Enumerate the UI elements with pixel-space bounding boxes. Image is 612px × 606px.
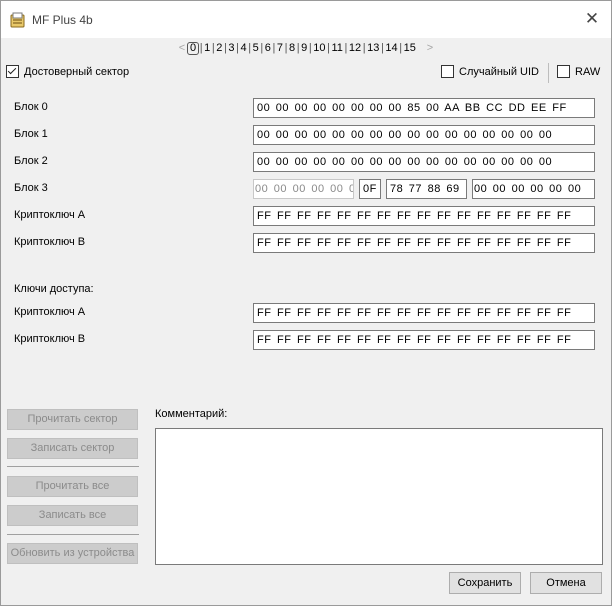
update-from-device-button[interactable]: Обновить из устройства [7,543,138,564]
checkbox-icon [557,65,570,78]
block3-key-b-field[interactable]: 00 00 00 00 00 00 [472,179,595,199]
sector-tab-4[interactable]: 4 [240,42,248,54]
trusted-sector-label: Достоверный сектор [24,65,130,78]
save-button[interactable]: Сохранить [449,572,521,594]
block2-field[interactable]: 00 00 00 00 00 00 00 00 00 00 00 00 00 0… [253,152,595,172]
sector-tab-12[interactable]: 12 [348,42,362,54]
title-bar: MF Plus 4b ✕ [1,1,611,38]
random-uid-label: Случайный UID [459,65,539,78]
crypto-key-b-field[interactable]: FF FF FF FF FF FF FF FF FF FF FF FF FF F… [253,233,595,253]
block1-field[interactable]: 00 00 00 00 00 00 00 00 00 00 00 00 00 0… [253,125,595,145]
sector-tab-3[interactable]: 3 [227,42,235,54]
sector-tab-14[interactable]: 14 [384,42,398,54]
sector-tab-10[interactable]: 10 [312,42,326,54]
sector-tab-5[interactable]: 5 [252,42,260,54]
crypto-key-a-field[interactable]: FF FF FF FF FF FF FF FF FF FF FF FF FF F… [253,206,595,226]
raw-checkbox[interactable]: RAW [557,65,600,78]
sector-tab-1[interactable]: 1 [203,42,211,54]
sector-tab-6[interactable]: 6 [264,42,272,54]
block0-label: Блок 0 [14,101,48,113]
sector-tab-2[interactable]: 2 [215,42,223,54]
block3-gpb-field[interactable]: 0F [359,179,381,199]
access-crypto-key-a-field[interactable]: FF FF FF FF FF FF FF FF FF FF FF FF FF F… [253,303,595,323]
sector-tab-11[interactable]: 11 [331,42,344,54]
raw-label: RAW [575,65,601,78]
sector-tab-0[interactable]: 0 [187,41,200,55]
random-uid-checkbox[interactable]: Случайный UID [441,65,539,78]
actions-divider [7,466,139,467]
write-sector-button[interactable]: Записать сектор [7,438,138,459]
comment-label: Комментарий: [155,408,228,420]
pager-next-arrow-icon[interactable]: > [425,42,435,54]
actions-divider [7,534,139,535]
sector-pager: < 0 | 1 | 2 | 3 | 4 | 5 | 6 | 7 | 8 | 9 | 10 | 11 | … [177,41,435,55]
sector-tab-15[interactable]: 15 [403,42,417,54]
comment-textarea[interactable] [155,428,603,565]
crypto-key-a-label: Криптоключ A [14,209,86,221]
options-divider [548,63,549,83]
checkbox-checked-icon [6,65,19,78]
dialog-window: MF Plus 4b ✕ < 0 | 1 | 2 | 3 | 4 | 5 | 6 | 7 | 8… [0,0,612,606]
trusted-sector-checkbox[interactable]: Достоверный сектор [6,65,129,78]
sector-tab-13[interactable]: 13 [366,42,380,54]
checkbox-icon [441,65,454,78]
crypto-key-b-label: Криптоключ B [14,236,86,248]
write-all-button[interactable]: Записать все [7,505,138,526]
sector-tab-9[interactable]: 9 [300,42,308,54]
cancel-button[interactable]: Отмена [530,572,602,594]
read-all-button[interactable]: Прочитать все [7,476,138,497]
access-crypto-key-b-label: Криптоключ B [14,333,86,345]
access-keys-heading: Ключи доступа: [14,283,94,295]
block3-key-a-field: 00 00 00 00 00 00 [253,179,354,199]
read-sector-button[interactable]: Прочитать сектор [7,409,138,430]
sector-tab-8[interactable]: 8 [288,42,296,54]
block0-field[interactable]: 00 00 00 00 00 00 00 00 85 00 AA BB CC D… [253,98,595,118]
block1-label: Блок 1 [14,128,48,140]
sector-tab-7[interactable]: 7 [276,42,284,54]
block3-label: Блок 3 [14,182,48,194]
access-crypto-key-a-label: Криптоключ A [14,306,86,318]
app-icon [10,12,25,28]
window-title: MF Plus 4b [32,13,93,27]
block3-access-bits-field[interactable]: 78 77 88 69 [386,179,467,199]
access-crypto-key-b-field[interactable]: FF FF FF FF FF FF FF FF FF FF FF FF FF F… [253,330,595,350]
block2-label: Блок 2 [14,155,48,167]
pager-prev-arrow-icon[interactable]: < [177,42,187,54]
close-icon[interactable]: ✕ [579,7,605,31]
